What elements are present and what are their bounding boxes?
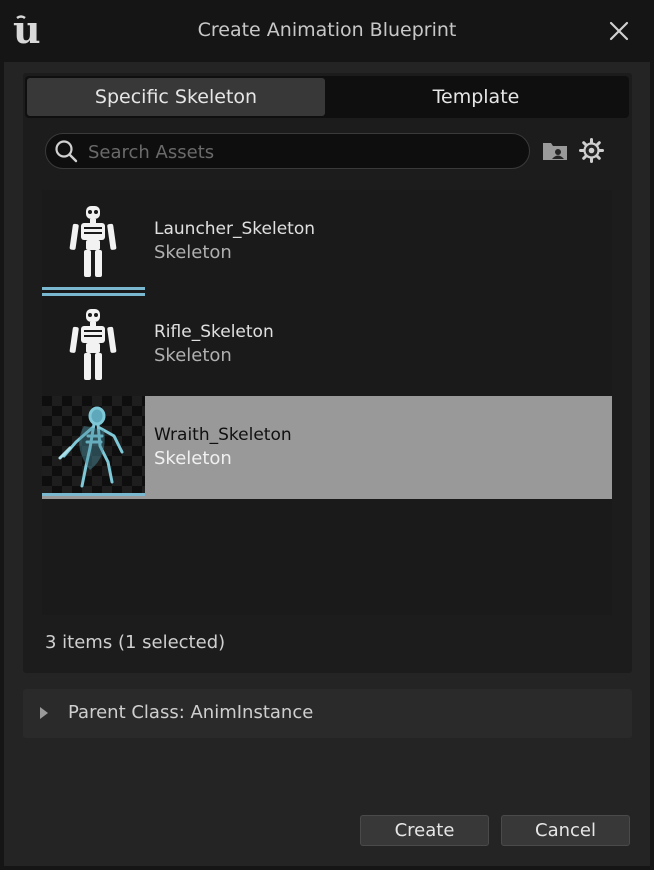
thumbnail-accent-bar (42, 287, 145, 290)
tab-bar: Specific Skeleton Template (25, 76, 629, 118)
thumbnail-accent-bar (42, 493, 145, 496)
window-title: Create Animation Blueprint (197, 19, 457, 41)
close-icon[interactable] (606, 18, 632, 44)
tab-template[interactable]: Template (327, 78, 625, 116)
skeleton-icon (58, 406, 124, 488)
asset-thumbnail (42, 396, 145, 496)
parent-class-expander[interactable]: Parent Class: AnimInstance (23, 689, 632, 738)
asset-name: Launcher_Skeleton (154, 219, 316, 239)
item-count-status: 3 items (1 selected) (45, 632, 226, 653)
list-item[interactable]: Rifle_Skeleton Skeleton (42, 293, 612, 396)
parent-class-label: Parent Class: AnimInstance (68, 702, 314, 723)
search-box (45, 133, 530, 170)
list-item[interactable]: Launcher_Skeleton Skeleton (42, 190, 612, 293)
tab-specific-skeleton[interactable]: Specific Skeleton (27, 78, 325, 116)
asset-list: Launcher_Skeleton Skeleton Rifle_Skeleto… (42, 190, 612, 615)
asset-name: Rifle_Skeleton (154, 322, 274, 342)
asset-type: Skeleton (154, 448, 232, 469)
asset-thumbnail (42, 293, 145, 393)
skeleton-icon (69, 309, 117, 380)
search-input[interactable] (86, 134, 520, 170)
asset-type: Skeleton (154, 242, 232, 263)
caret-right-icon (40, 707, 48, 719)
title-bar: u Create Animation Blueprint (0, 0, 654, 62)
asset-type: Skeleton (154, 345, 232, 366)
cancel-button[interactable]: Cancel (501, 815, 630, 846)
skeleton-icon (69, 206, 117, 277)
thumbnail-accent-bar (42, 293, 145, 296)
create-button[interactable]: Create (360, 815, 489, 846)
gear-icon[interactable] (579, 138, 604, 163)
search-icon (55, 140, 78, 163)
asset-name: Wraith_Skeleton (154, 425, 292, 445)
asset-thumbnail (42, 190, 145, 290)
folder-icon[interactable] (541, 139, 569, 163)
list-item-selected[interactable]: Wraith_Skeleton Skeleton (42, 396, 612, 499)
